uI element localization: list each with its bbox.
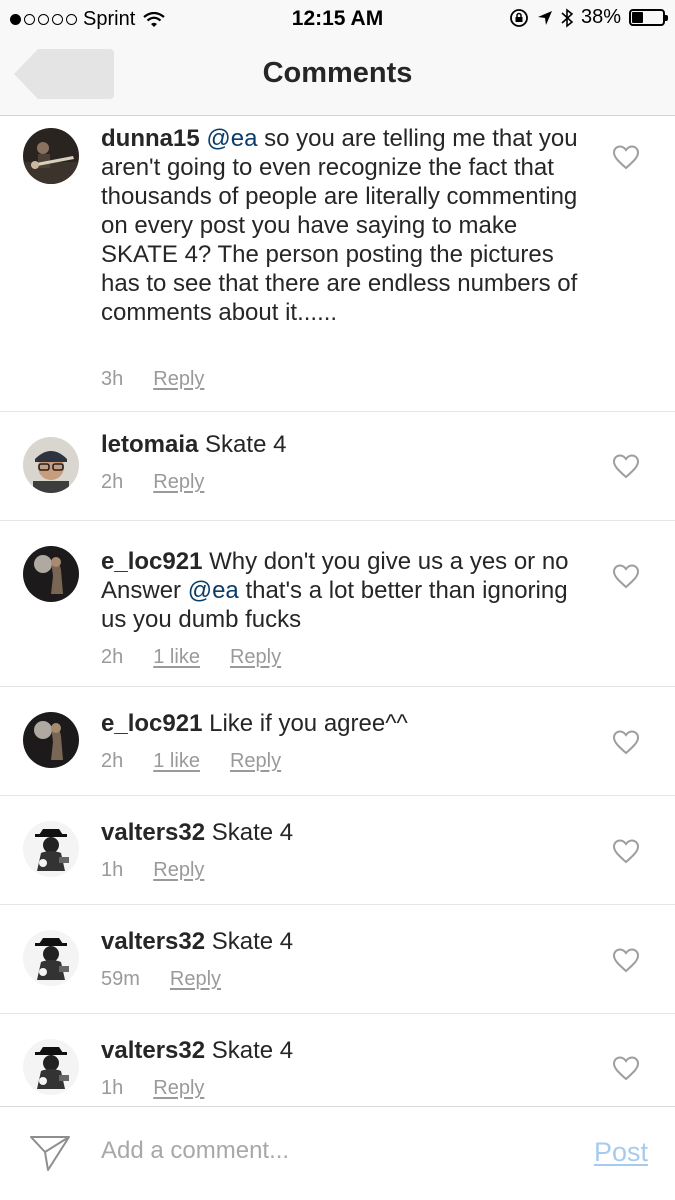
comment-item: valters32 Skate 4 1h Reply — [0, 1014, 675, 1106]
avatar[interactable] — [23, 712, 79, 768]
comment-time: 2h — [101, 750, 124, 772]
comment-text: e_loc921 Why don't you give us a yes or … — [101, 547, 591, 634]
comment-username[interactable]: dunna15 — [101, 125, 200, 152]
reply-button[interactable]: Reply — [153, 1077, 204, 1100]
heart-icon[interactable] — [612, 453, 640, 479]
page-title: Comments — [262, 57, 413, 89]
comment-mention[interactable]: @ea — [206, 125, 257, 152]
comment-username[interactable]: valters32 — [101, 928, 205, 955]
comment-text: letomaia Skate 4 — [101, 430, 591, 459]
paper-plane-icon[interactable] — [28, 1133, 72, 1173]
comment-composer: Post — [0, 1106, 675, 1200]
comment-time: 1h — [101, 1077, 124, 1099]
heart-icon[interactable] — [612, 144, 640, 170]
comment-body: Skate 4 — [205, 431, 287, 458]
comment-text: valters32 Skate 4 — [101, 818, 591, 847]
avatar[interactable] — [23, 437, 79, 493]
comment-meta: 1h Reply — [101, 859, 204, 882]
bluetooth-icon — [561, 7, 573, 28]
reply-button[interactable]: Reply — [230, 646, 281, 669]
comment-item: valters32 Skate 4 59m Reply — [0, 905, 675, 1014]
navigation-bar: Comments — [0, 38, 675, 116]
reply-button[interactable]: Reply — [153, 368, 204, 391]
heart-icon[interactable] — [612, 729, 640, 755]
avatar[interactable] — [23, 1039, 79, 1095]
post-button[interactable]: Post — [594, 1137, 648, 1168]
comment-time: 1h — [101, 859, 124, 881]
avatar[interactable] — [23, 930, 79, 986]
comment-item: e_loc921 Why don't you give us a yes or … — [0, 521, 675, 687]
comment-meta: 3h Reply — [101, 368, 204, 391]
comment-text: dunna15 @ea so you are telling me that y… — [101, 124, 591, 327]
comment-text: valters32 Skate 4 — [101, 1036, 591, 1065]
comment-item: valters32 Skate 4 1h Reply — [0, 796, 675, 905]
comment-body: Skate 4 — [211, 1037, 294, 1064]
reply-button[interactable]: Reply — [170, 968, 221, 991]
comment-time: 2h — [101, 646, 124, 668]
battery-percent: 38% — [580, 6, 621, 28]
avatar[interactable] — [23, 821, 79, 877]
comment-username[interactable]: valters32 — [101, 1037, 205, 1064]
comment-body: Skate 4 — [211, 928, 294, 955]
comment-text: e_loc921 Like if you agree^^ — [101, 709, 591, 738]
heart-icon[interactable] — [612, 1055, 640, 1081]
comment-text: valters32 Skate 4 — [101, 927, 591, 956]
comment-time: 2h — [101, 471, 124, 493]
comment-username[interactable]: e_loc921 — [101, 548, 202, 575]
reply-button[interactable]: Reply — [153, 859, 204, 882]
comment-meta: 59m Reply — [101, 968, 221, 991]
comment-meta: 2h 1 like Reply — [101, 646, 281, 669]
comment-body: Like if you agree^^ — [209, 710, 408, 737]
comment-item: dunna15 @ea so you are telling me that y… — [0, 116, 675, 412]
avatar[interactable] — [23, 546, 79, 602]
comment-item: letomaia Skate 4 2h Reply — [0, 412, 675, 521]
comment-meta: 1h Reply — [101, 1077, 204, 1100]
comment-username[interactable]: valters32 — [101, 819, 205, 846]
comment-time: 59m — [101, 968, 140, 990]
comment-mention[interactable]: @ea — [188, 577, 239, 604]
status-right-group: 38% — [509, 6, 668, 29]
comment-time: 3h — [101, 368, 124, 390]
reply-button[interactable]: Reply — [230, 750, 281, 773]
comment-username[interactable]: letomaia — [101, 431, 198, 458]
avatar[interactable] — [23, 128, 79, 184]
comment-body: Skate 4 — [211, 819, 294, 846]
heart-icon[interactable] — [612, 563, 640, 589]
heart-icon[interactable] — [612, 838, 640, 864]
comment-meta: 2h Reply — [101, 471, 204, 494]
comment-input[interactable] — [101, 1137, 541, 1165]
heart-icon[interactable] — [612, 947, 640, 973]
comment-body: so you are telling me that you aren't go… — [101, 125, 578, 326]
reply-button[interactable]: Reply — [153, 471, 204, 494]
likes-count[interactable]: 1 like — [153, 646, 200, 669]
location-arrow-icon — [537, 10, 552, 25]
comment-list[interactable]: dunna15 @ea so you are telling me that y… — [0, 116, 675, 1106]
battery-icon — [629, 9, 668, 26]
comment-username[interactable]: e_loc921 — [101, 710, 202, 737]
comment-meta: 2h 1 like Reply — [101, 750, 281, 773]
likes-count[interactable]: 1 like — [153, 750, 200, 773]
status-bar: Sprint 12:15 AM 38% — [0, 0, 675, 38]
comment-item: e_loc921 Like if you agree^^ 2h 1 like R… — [0, 687, 675, 796]
orientation-lock-icon — [510, 8, 528, 27]
